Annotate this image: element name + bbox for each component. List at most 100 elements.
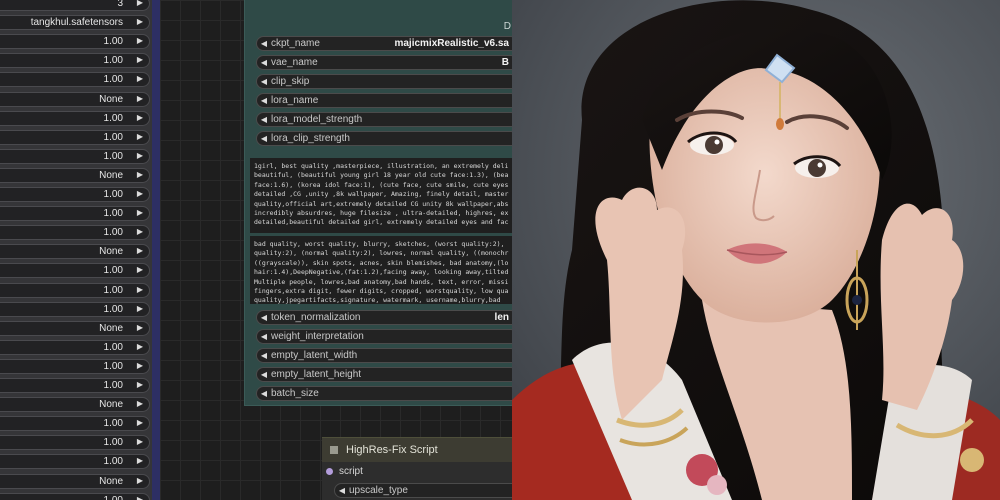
right-arrow-icon[interactable]: ▶ xyxy=(137,208,143,217)
right-arrow-icon[interactable]: ▶ xyxy=(137,55,143,64)
lora-stack-row[interactable]: 1.00 ▶ xyxy=(0,225,150,241)
lora-stack-row[interactable]: None ▶ xyxy=(0,473,150,489)
widget-ckpt-name[interactable]: ◀ ckpt_name majicmixRealistic_v6.sa xyxy=(256,36,512,51)
widget-token-normalization[interactable]: ◀ token_normalization len xyxy=(256,310,512,325)
right-arrow-icon[interactable]: ▶ xyxy=(137,495,143,500)
right-arrow-icon[interactable]: ▶ xyxy=(137,265,143,274)
right-arrow-icon[interactable]: ▶ xyxy=(137,74,143,83)
right-arrow-icon[interactable]: ▶ xyxy=(137,399,143,408)
upscale-type-widget[interactable]: ◀ upscale_type xyxy=(334,483,512,498)
left-arrow-icon[interactable]: ◀ xyxy=(257,332,271,341)
widget-empty-latent-height[interactable]: ◀ empty_latent_height xyxy=(256,367,512,382)
left-arrow-icon[interactable]: ◀ xyxy=(257,39,271,48)
highres-fix-header[interactable]: HighRes-Fix Script xyxy=(322,438,512,462)
positive-prompt-textbox[interactable]: 1girl, best quality ,masterpiece, illust… xyxy=(250,158,512,233)
highres-fix-node[interactable]: HighRes-Fix Script script ◀ upscale_type xyxy=(322,437,512,500)
lora-stack-row[interactable]: 1.00 ▶ xyxy=(0,72,150,88)
right-arrow-icon[interactable]: ▶ xyxy=(137,36,143,45)
generated-portrait-image xyxy=(512,0,1000,500)
right-arrow-icon[interactable]: ▶ xyxy=(137,227,143,236)
right-arrow-icon[interactable]: ▶ xyxy=(137,151,143,160)
lora-stack-row[interactable]: None ▶ xyxy=(0,167,150,183)
widget-empty-latent-width[interactable]: ◀ empty_latent_width xyxy=(256,348,512,363)
lora-stack-row[interactable]: None ▶ xyxy=(0,397,150,413)
right-arrow-icon[interactable]: ▶ xyxy=(137,189,143,198)
lora-stack-row[interactable]: 1.00 ▶ xyxy=(0,358,150,374)
left-arrow-icon[interactable]: ◀ xyxy=(257,58,271,67)
widget-vae-name[interactable]: ◀ vae_name B xyxy=(256,55,512,70)
lora-stack-row[interactable]: None ▶ xyxy=(0,244,150,260)
lora-stack-row-value: 1.00 xyxy=(103,341,123,353)
widget-lora-clip-strength[interactable]: ◀ lora_clip_strength xyxy=(256,131,512,146)
input-slot-dot-icon[interactable] xyxy=(326,468,333,475)
lora-stack-row[interactable]: 1.00 ▶ xyxy=(0,416,150,432)
right-arrow-icon[interactable]: ▶ xyxy=(137,304,143,313)
widget-batch-size[interactable]: ◀ batch_size xyxy=(256,386,512,401)
lora-stack-row[interactable]: 1.00 ▶ xyxy=(0,282,150,298)
right-arrow-icon[interactable]: ▶ xyxy=(137,94,143,103)
lora-stack-row-value: None xyxy=(99,246,123,258)
lora-stack-row[interactable]: 1.00 ▶ xyxy=(0,206,150,222)
lora-stack-row[interactable]: 1.00 ▶ xyxy=(0,492,150,500)
left-arrow-icon[interactable]: ◀ xyxy=(257,134,271,143)
node-tag: D xyxy=(503,21,511,32)
left-arrow-icon[interactable]: ◀ xyxy=(257,77,271,86)
right-arrow-icon[interactable]: ▶ xyxy=(137,285,143,294)
lora-stack-row[interactable]: 3 ▶ xyxy=(0,0,150,11)
widget-lora-name[interactable]: ◀ lora_name xyxy=(256,93,512,108)
right-arrow-icon[interactable]: ▶ xyxy=(137,0,143,7)
prompt-line: detailed,beautiful detailed girl, extrem… xyxy=(254,218,509,227)
widget-lora-model-strength[interactable]: ◀ lora_model_strength xyxy=(256,112,512,127)
lora-stack-row[interactable]: 1.00 ▶ xyxy=(0,454,150,470)
lora-stack-row[interactable]: 1.00 ▶ xyxy=(0,110,150,126)
lora-stack-row[interactable]: 1.00 ▶ xyxy=(0,301,150,317)
negative-prompt-textbox[interactable]: bad quality, worst quality, blurry, sket… xyxy=(250,236,512,304)
lora-stack-row[interactable]: 1.00 ▶ xyxy=(0,263,150,279)
left-arrow-icon[interactable]: ◀ xyxy=(257,313,271,322)
left-arrow-icon[interactable]: ◀ xyxy=(257,351,271,360)
right-arrow-icon[interactable]: ▶ xyxy=(137,323,143,332)
left-arrow-icon[interactable]: ◀ xyxy=(257,96,271,105)
lora-stack-row[interactable]: 1.00 ▶ xyxy=(0,129,150,145)
lora-stack-row[interactable]: 1.00 ▶ xyxy=(0,53,150,69)
collapse-square-icon[interactable] xyxy=(330,446,338,454)
lora-stack-row[interactable]: 1.00 ▶ xyxy=(0,34,150,50)
lora-stack-node[interactable]: 3 ▶ tangkhul.safetensors ▶ 1.00 ▶ 1.00 ▶ 1.00 ▶ No… xyxy=(0,0,160,500)
lora-stack-row[interactable]: 1.00 ▶ xyxy=(0,187,150,202)
lora-stack-row[interactable]: None ▶ xyxy=(0,91,150,107)
right-arrow-icon[interactable]: ▶ xyxy=(137,476,143,485)
right-arrow-icon[interactable]: ▶ xyxy=(137,456,143,465)
widget-clip-skip[interactable]: ◀ clip_skip xyxy=(256,74,512,89)
right-arrow-icon[interactable]: ▶ xyxy=(137,17,143,26)
widget-label: vae_name xyxy=(271,57,318,68)
right-arrow-icon[interactable]: ▶ xyxy=(137,418,143,427)
lora-stack-row-value: 3 xyxy=(117,0,123,9)
left-arrow-icon[interactable]: ◀ xyxy=(335,486,349,495)
script-input[interactable]: script xyxy=(326,466,363,477)
lora-stack-row[interactable]: tangkhul.safetensors ▶ xyxy=(0,15,150,31)
left-arrow-icon[interactable]: ◀ xyxy=(257,370,271,379)
prompt-line: beautiful, (beautiful young girl 18 year… xyxy=(254,171,509,180)
lora-stack-row-value: None xyxy=(99,322,123,334)
right-arrow-icon[interactable]: ▶ xyxy=(137,170,143,179)
lora-stack-row-value: 1.00 xyxy=(103,456,123,468)
node-canvas[interactable]: 3 ▶ tangkhul.safetensors ▶ 1.00 ▶ 1.00 ▶ 1.00 ▶ No… xyxy=(0,0,512,500)
lora-stack-row[interactable]: 1.00 ▶ xyxy=(0,148,150,164)
right-arrow-icon[interactable]: ▶ xyxy=(137,342,143,351)
left-arrow-icon[interactable]: ◀ xyxy=(257,115,271,124)
right-arrow-icon[interactable]: ▶ xyxy=(137,246,143,255)
prompt-line: incredibly absurdres, huge filesize , ul… xyxy=(254,209,509,218)
right-arrow-icon[interactable]: ▶ xyxy=(137,132,143,141)
lora-stack-row[interactable]: 1.00 ▶ xyxy=(0,378,150,393)
right-arrow-icon[interactable]: ▶ xyxy=(137,437,143,446)
widget-weight-interpretation[interactable]: ◀ weight_interpretation xyxy=(256,329,512,344)
lora-stack-row[interactable]: None ▶ xyxy=(0,320,150,336)
right-arrow-icon[interactable]: ▶ xyxy=(137,380,143,389)
right-arrow-icon[interactable]: ▶ xyxy=(137,113,143,122)
left-arrow-icon[interactable]: ◀ xyxy=(257,389,271,398)
lora-stack-row[interactable]: 1.00 ▶ xyxy=(0,435,150,451)
lora-stack-row[interactable]: 1.00 ▶ xyxy=(0,339,150,355)
right-arrow-icon[interactable]: ▶ xyxy=(137,361,143,370)
widget-label: ckpt_name xyxy=(271,38,320,49)
lora-stack-row-value: 1.00 xyxy=(103,131,123,143)
